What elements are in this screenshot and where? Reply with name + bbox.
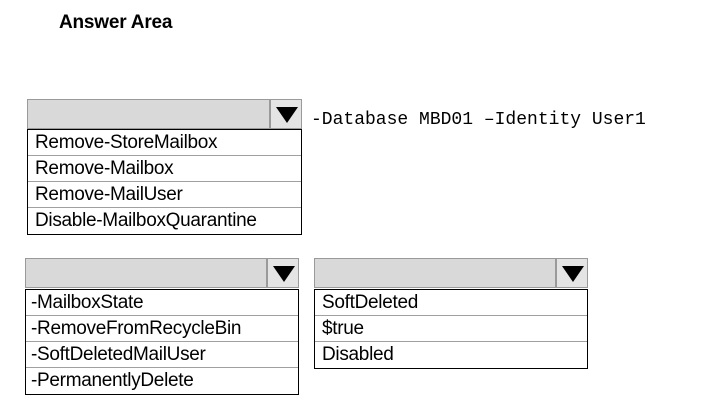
parameter-options-list: -MailboxState -RemoveFromRecycleBin -Sof… bbox=[25, 289, 299, 395]
cmdlet-option[interactable]: Remove-StoreMailbox bbox=[28, 130, 301, 156]
parameter-option[interactable]: -SoftDeletedMailUser bbox=[26, 342, 298, 368]
value-options-list: SoftDeleted $true Disabled bbox=[314, 289, 588, 369]
value-option[interactable]: Disabled bbox=[315, 342, 587, 368]
parameter-dropdown[interactable]: -MailboxState -RemoveFromRecycleBin -Sof… bbox=[25, 258, 299, 398]
triangle-down-icon bbox=[276, 107, 298, 123]
cmdlet-option[interactable]: Remove-Mailbox bbox=[28, 156, 301, 182]
parameter-dropdown-toggle[interactable] bbox=[267, 258, 299, 288]
answer-area-title: Answer Area bbox=[59, 12, 173, 33]
value-dropdown[interactable]: SoftDeleted $true Disabled bbox=[314, 258, 588, 370]
parameter-option[interactable]: -MailboxState bbox=[26, 290, 298, 316]
value-dropdown-toggle[interactable] bbox=[556, 258, 588, 288]
cmdlet-option[interactable]: Remove-MailUser bbox=[28, 182, 301, 208]
value-dropdown-select[interactable] bbox=[314, 258, 556, 288]
parameter-option[interactable]: -PermanentlyDelete bbox=[26, 368, 298, 394]
cmdlet-option[interactable]: Disable-MailboxQuarantine bbox=[28, 208, 301, 234]
command-suffix-text: -Database MBD01 –Identity User1 bbox=[311, 110, 646, 130]
cmdlet-options-list: Remove-StoreMailbox Remove-Mailbox Remov… bbox=[27, 129, 302, 235]
triangle-down-icon bbox=[273, 266, 295, 282]
cmdlet-dropdown[interactable]: Remove-StoreMailbox Remove-Mailbox Remov… bbox=[27, 99, 302, 239]
value-option[interactable]: $true bbox=[315, 316, 587, 342]
cmdlet-dropdown-toggle[interactable] bbox=[270, 99, 302, 129]
parameter-option[interactable]: -RemoveFromRecycleBin bbox=[26, 316, 298, 342]
parameter-dropdown-select[interactable] bbox=[25, 258, 267, 288]
triangle-down-icon bbox=[562, 266, 584, 282]
cmdlet-dropdown-select[interactable] bbox=[27, 99, 270, 129]
value-option[interactable]: SoftDeleted bbox=[315, 290, 587, 316]
